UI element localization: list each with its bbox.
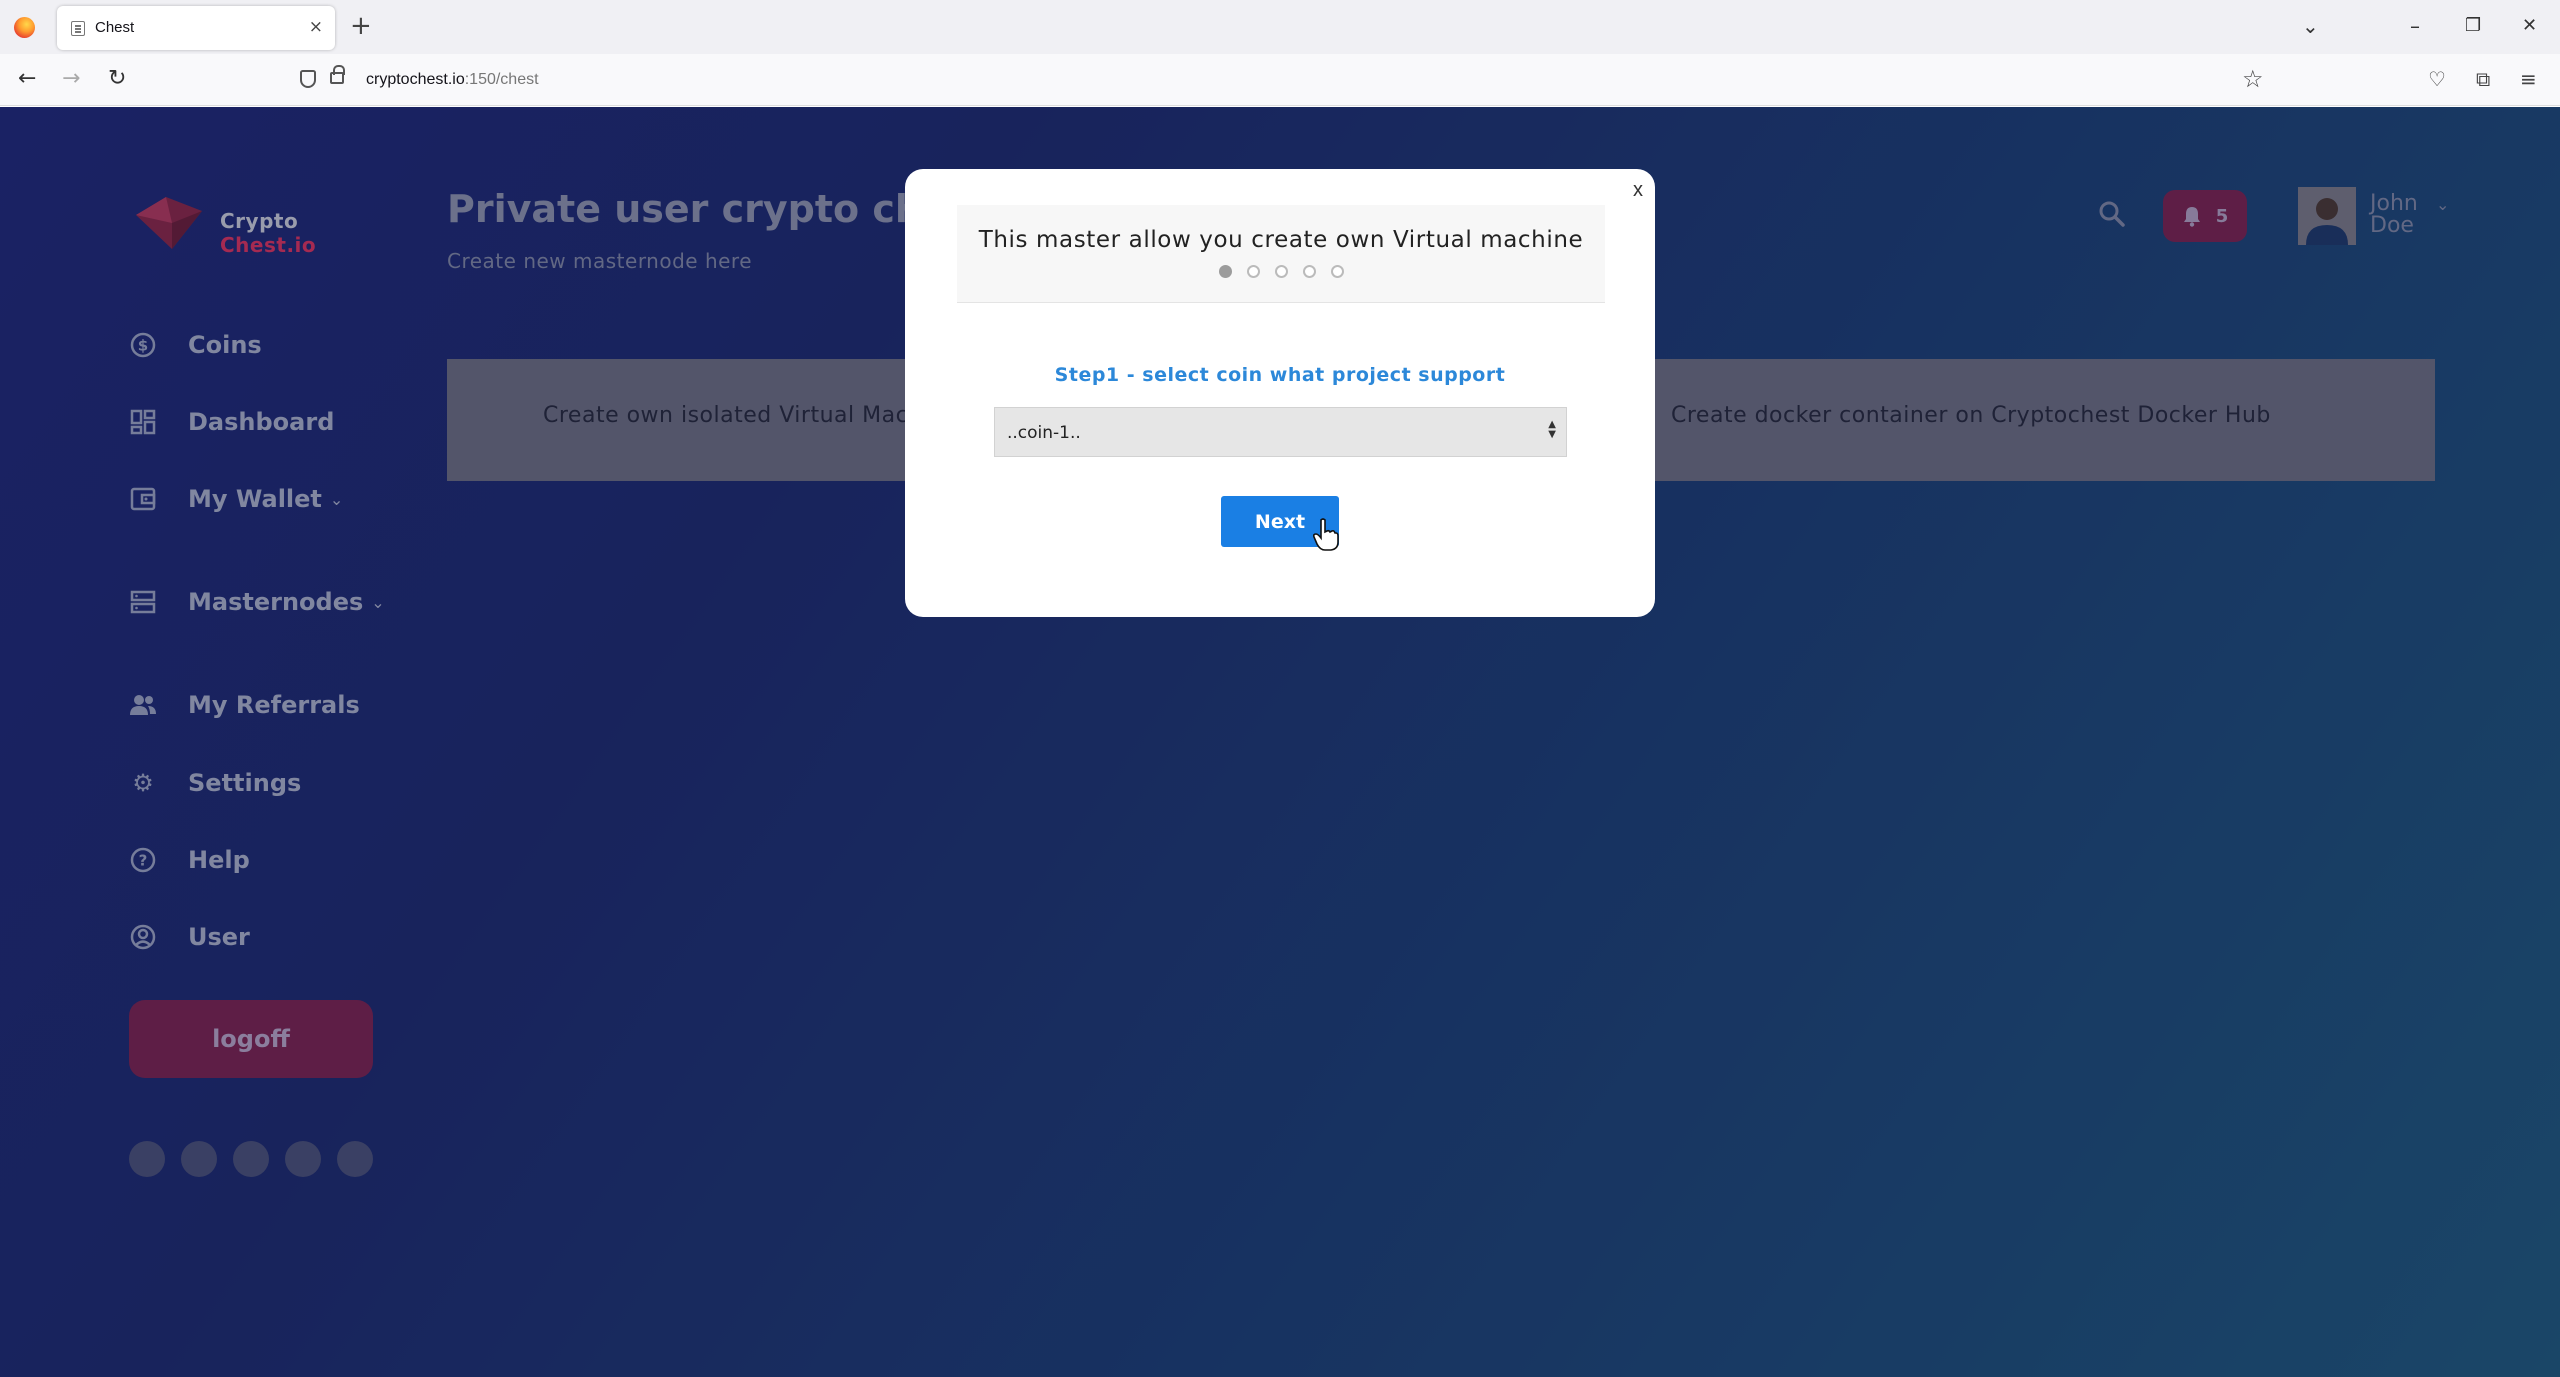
minimize-window-button[interactable]: –	[2410, 12, 2420, 40]
modal-title: This master allow you create own Virtual…	[978, 227, 1584, 253]
pocket-icon[interactable]: ♡	[2428, 65, 2446, 93]
tab-close-icon[interactable]: ×	[309, 17, 323, 37]
page-icon	[71, 21, 85, 36]
browser-nav-bar: ← → ↻ cryptochest.io:150/chest ☆ ♡ ⧉ ≡	[0, 54, 2560, 106]
reload-icon[interactable]: ↻	[108, 65, 126, 93]
coin-select[interactable]: ..coin-1.. ▲ ▼	[994, 407, 1567, 457]
modal-close-button[interactable]: x	[1633, 179, 1643, 202]
step-dot	[1246, 265, 1260, 278]
restore-window-button[interactable]: ❐	[2465, 12, 2481, 40]
select-arrows-icon: ▲ ▼	[1548, 419, 1556, 440]
step-indicator	[957, 265, 1605, 278]
close-window-button[interactable]: ✕	[2522, 12, 2537, 40]
list-all-tabs-icon[interactable]: ⌄	[2302, 12, 2319, 40]
step-dot	[1218, 265, 1232, 278]
modal-header: This master allow you create own Virtual…	[957, 205, 1605, 303]
hand-pointer-icon	[1313, 518, 1339, 551]
browser-tab-bar: Chest × + ⌄ – ❐ ✕	[0, 0, 2560, 54]
coin-select-value: ..coin-1..	[1007, 423, 1081, 443]
step-dot	[1274, 265, 1288, 278]
url-text[interactable]: cryptochest.io:150/chest	[366, 71, 539, 89]
step-dot	[1302, 265, 1316, 278]
extensions-puzzle-icon[interactable]: ⧉	[2476, 65, 2490, 93]
shield-icon[interactable]	[300, 70, 316, 88]
tab-title: Chest	[95, 19, 135, 36]
new-tab-button[interactable]: +	[350, 12, 372, 40]
bookmark-star-icon[interactable]: ☆	[2242, 65, 2264, 93]
step-label: Step1 - select coin what project support	[1054, 364, 1506, 386]
lock-icon[interactable]	[330, 65, 345, 84]
forward-arrow-icon[interactable]: →	[62, 65, 80, 93]
wizard-modal: x This master allow you create own Virtu…	[905, 169, 1655, 617]
hamburger-menu-icon[interactable]: ≡	[2520, 65, 2537, 93]
browser-tab[interactable]: Chest ×	[57, 6, 335, 50]
url-bar[interactable]: cryptochest.io:150/chest ☆	[286, 61, 2270, 99]
back-arrow-icon[interactable]: ←	[18, 65, 36, 93]
step-dot	[1330, 265, 1344, 278]
firefox-logo-icon	[14, 17, 35, 38]
